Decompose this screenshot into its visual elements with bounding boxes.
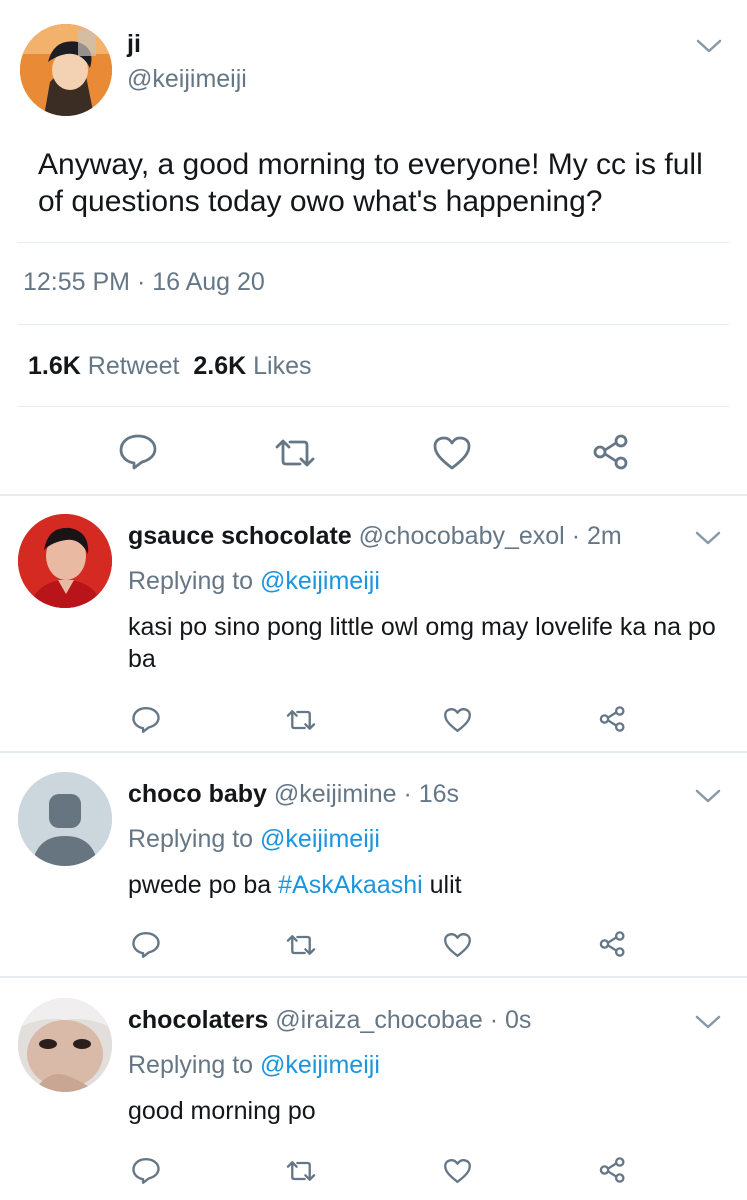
retweet-label[interactable]: Retweet bbox=[88, 352, 180, 380]
reply-icon[interactable] bbox=[118, 433, 158, 471]
hashtag-link[interactable]: #AskAkaashi bbox=[278, 871, 423, 899]
chevron-down-icon[interactable] bbox=[696, 38, 722, 54]
retweet-icon[interactable] bbox=[285, 1159, 317, 1183]
divider bbox=[18, 242, 729, 243]
replying-to-label: Replying to bbox=[128, 1051, 254, 1079]
reply-text: good morning po bbox=[128, 1097, 316, 1125]
chevron-down-icon[interactable] bbox=[695, 1014, 721, 1030]
reply-author-name[interactable]: choco baby bbox=[128, 780, 267, 808]
avatar-ji[interactable] bbox=[20, 24, 112, 116]
replying-to: Replying to @keijimeiji bbox=[128, 567, 380, 596]
replying-to-label: Replying to bbox=[128, 825, 254, 853]
divider bbox=[0, 751, 747, 753]
heart-icon[interactable] bbox=[443, 707, 472, 733]
divider bbox=[18, 406, 729, 407]
reply-time[interactable]: · 16s bbox=[403, 780, 459, 808]
reply-time[interactable]: · 0s bbox=[490, 1006, 532, 1034]
chevron-down-icon[interactable] bbox=[695, 530, 721, 546]
replying-to-handle[interactable]: @keijimeiji bbox=[260, 1051, 380, 1079]
share-icon[interactable] bbox=[598, 1156, 627, 1184]
reply-text-part: ulit bbox=[429, 871, 462, 899]
divider bbox=[18, 324, 729, 325]
tweet-stats: 1.6K Retweet 2.6K Likes bbox=[28, 352, 312, 381]
reply-author-handle[interactable]: @chocobaby_exol bbox=[359, 522, 565, 550]
reply-icon[interactable] bbox=[131, 1157, 161, 1185]
like-label[interactable]: Likes bbox=[253, 352, 311, 380]
share-icon[interactable] bbox=[591, 433, 631, 471]
reply-author-handle[interactable]: @keijimine bbox=[274, 780, 397, 808]
reply-text: kasi po sino pong little owl omg may lov… bbox=[128, 613, 716, 673]
tweet-text: Anyway, a good morning to everyone! My c… bbox=[38, 148, 703, 218]
reply-author-handle[interactable]: @iraiza_chocobae bbox=[275, 1006, 482, 1034]
reply-header: choco baby @keijimine · 16s bbox=[128, 780, 459, 809]
avatar-default[interactable] bbox=[18, 772, 112, 866]
author-handle[interactable]: @keijimeiji bbox=[127, 65, 247, 94]
replying-to-label: Replying to bbox=[128, 567, 254, 595]
retweet-icon[interactable] bbox=[273, 437, 317, 469]
divider bbox=[0, 976, 747, 978]
heart-icon[interactable] bbox=[443, 1158, 472, 1184]
share-icon[interactable] bbox=[598, 705, 627, 733]
reply-author-name[interactable]: gsauce schocolate bbox=[128, 522, 352, 550]
reply-text-part: pwede po ba bbox=[128, 871, 272, 899]
share-icon[interactable] bbox=[598, 930, 627, 958]
replying-to: Replying to @keijimeiji bbox=[128, 825, 380, 854]
avatar-chocolaters[interactable] bbox=[18, 998, 112, 1092]
reply-header: gsauce schocolate @chocobaby_exol · 2m bbox=[128, 522, 622, 551]
replying-to-handle[interactable]: @keijimeiji bbox=[260, 825, 380, 853]
chevron-down-icon[interactable] bbox=[695, 788, 721, 804]
reply-icon[interactable] bbox=[131, 931, 161, 959]
retweet-count[interactable]: 1.6K bbox=[28, 352, 81, 380]
reply-author-name[interactable]: chocolaters bbox=[128, 1006, 268, 1034]
reply-header: chocolaters @iraiza_chocobae · 0s bbox=[128, 1006, 531, 1035]
reply-icon[interactable] bbox=[131, 706, 161, 734]
heart-icon[interactable] bbox=[443, 932, 472, 958]
heart-icon[interactable] bbox=[432, 435, 472, 471]
replying-to-handle[interactable]: @keijimeiji bbox=[260, 567, 380, 595]
like-count[interactable]: 2.6K bbox=[193, 352, 246, 380]
retweet-icon[interactable] bbox=[285, 708, 317, 732]
reply-text: pwede po ba #AskAkaashi ulit bbox=[128, 869, 728, 901]
author-name[interactable]: ji bbox=[127, 30, 141, 59]
reply-time[interactable]: · 2m bbox=[572, 522, 622, 550]
replying-to: Replying to @keijimeiji bbox=[128, 1051, 380, 1080]
retweet-icon[interactable] bbox=[285, 933, 317, 957]
tweet-timestamp[interactable]: 12:55 PM · 16 Aug 20 bbox=[23, 268, 265, 297]
divider bbox=[0, 494, 747, 496]
avatar-gsauce[interactable] bbox=[18, 514, 112, 608]
